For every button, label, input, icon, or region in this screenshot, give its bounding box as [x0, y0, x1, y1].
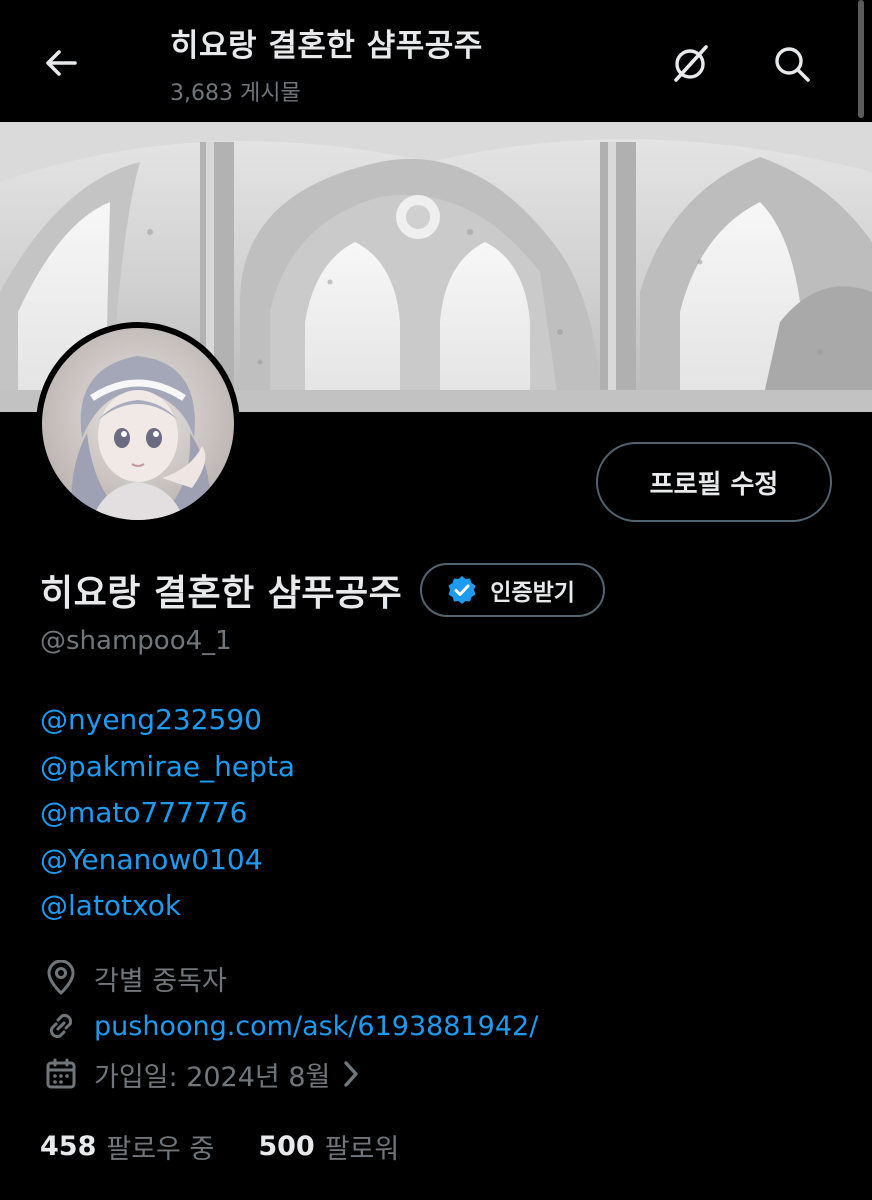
followers-label: 팔로워 — [324, 1133, 400, 1165]
followers-link[interactable]: 500 팔로워 — [258, 1127, 399, 1166]
grok-icon — [674, 45, 708, 82]
chevron-right-icon — [340, 1059, 362, 1089]
bio-mention-link[interactable]: @nyeng232590 — [40, 697, 295, 744]
profile-page: 히요랑 결혼한 샴푸공주 3,683 게시물 프로필 수정 히요랑 결혼한 샴푸… — [0, 0, 872, 1200]
get-verified-button[interactable]: 인증받기 — [420, 563, 605, 617]
bio-mention-link[interactable]: @Yenanow0104 — [40, 837, 295, 884]
bio-mention-link[interactable]: @mato777776 — [40, 790, 295, 837]
header-title: 히요랑 결혼한 샴푸공주 — [170, 28, 483, 64]
post-count: 3,683 게시물 — [170, 81, 301, 106]
follow-stats: 458 팔로우 중 500 팔로워 — [40, 1124, 399, 1168]
bio-mention-link[interactable]: @latotxok — [40, 883, 295, 930]
back-arrow-icon — [46, 50, 77, 76]
following-count: 458 — [40, 1130, 97, 1162]
top-bar: 히요랑 결혼한 샴푸공주 3,683 게시물 — [0, 0, 872, 122]
get-verified-label: 인증받기 — [490, 580, 575, 606]
location-row: 각별 중독자 — [40, 956, 227, 1000]
search-icon — [775, 47, 810, 82]
website-link[interactable]: pushoong.com/ask/6193881942/ — [94, 1011, 538, 1042]
display-name: 히요랑 결혼한 샴푸공주 — [40, 573, 403, 614]
website-row: pushoong.com/ask/6193881942/ — [40, 1004, 538, 1048]
name-row: 히요랑 결혼한 샴푸공주 인증받기 — [40, 560, 605, 620]
avatar[interactable] — [36, 322, 240, 526]
handle: @shampoo4_1 — [40, 626, 232, 656]
joined-date: 가입일: 2024년 8월 — [94, 1061, 331, 1093]
bio: @nyeng232590 @pakmirae_hepta @mato777776… — [40, 697, 295, 930]
joined-row[interactable]: 가입일: 2024년 8월 — [40, 1052, 362, 1096]
link-icon — [40, 1005, 82, 1047]
edit-profile-button[interactable]: 프로필 수정 — [596, 442, 832, 522]
calendar-icon — [40, 1053, 82, 1095]
followers-count: 500 — [258, 1130, 315, 1162]
grok-button[interactable] — [666, 40, 714, 88]
header-title-block: 히요랑 결혼한 샴푸공주 3,683 게시물 — [170, 20, 483, 107]
following-link[interactable]: 458 팔로우 중 — [40, 1127, 214, 1166]
following-label: 팔로우 중 — [106, 1133, 215, 1165]
location-text: 각별 중독자 — [94, 965, 227, 997]
verified-badge-icon — [448, 576, 476, 604]
scrollbar[interactable] — [858, 0, 864, 118]
search-button[interactable] — [768, 40, 816, 88]
bio-mention-link[interactable]: @pakmirae_hepta — [40, 744, 295, 791]
back-button[interactable] — [38, 40, 84, 86]
location-pin-icon — [40, 957, 82, 999]
